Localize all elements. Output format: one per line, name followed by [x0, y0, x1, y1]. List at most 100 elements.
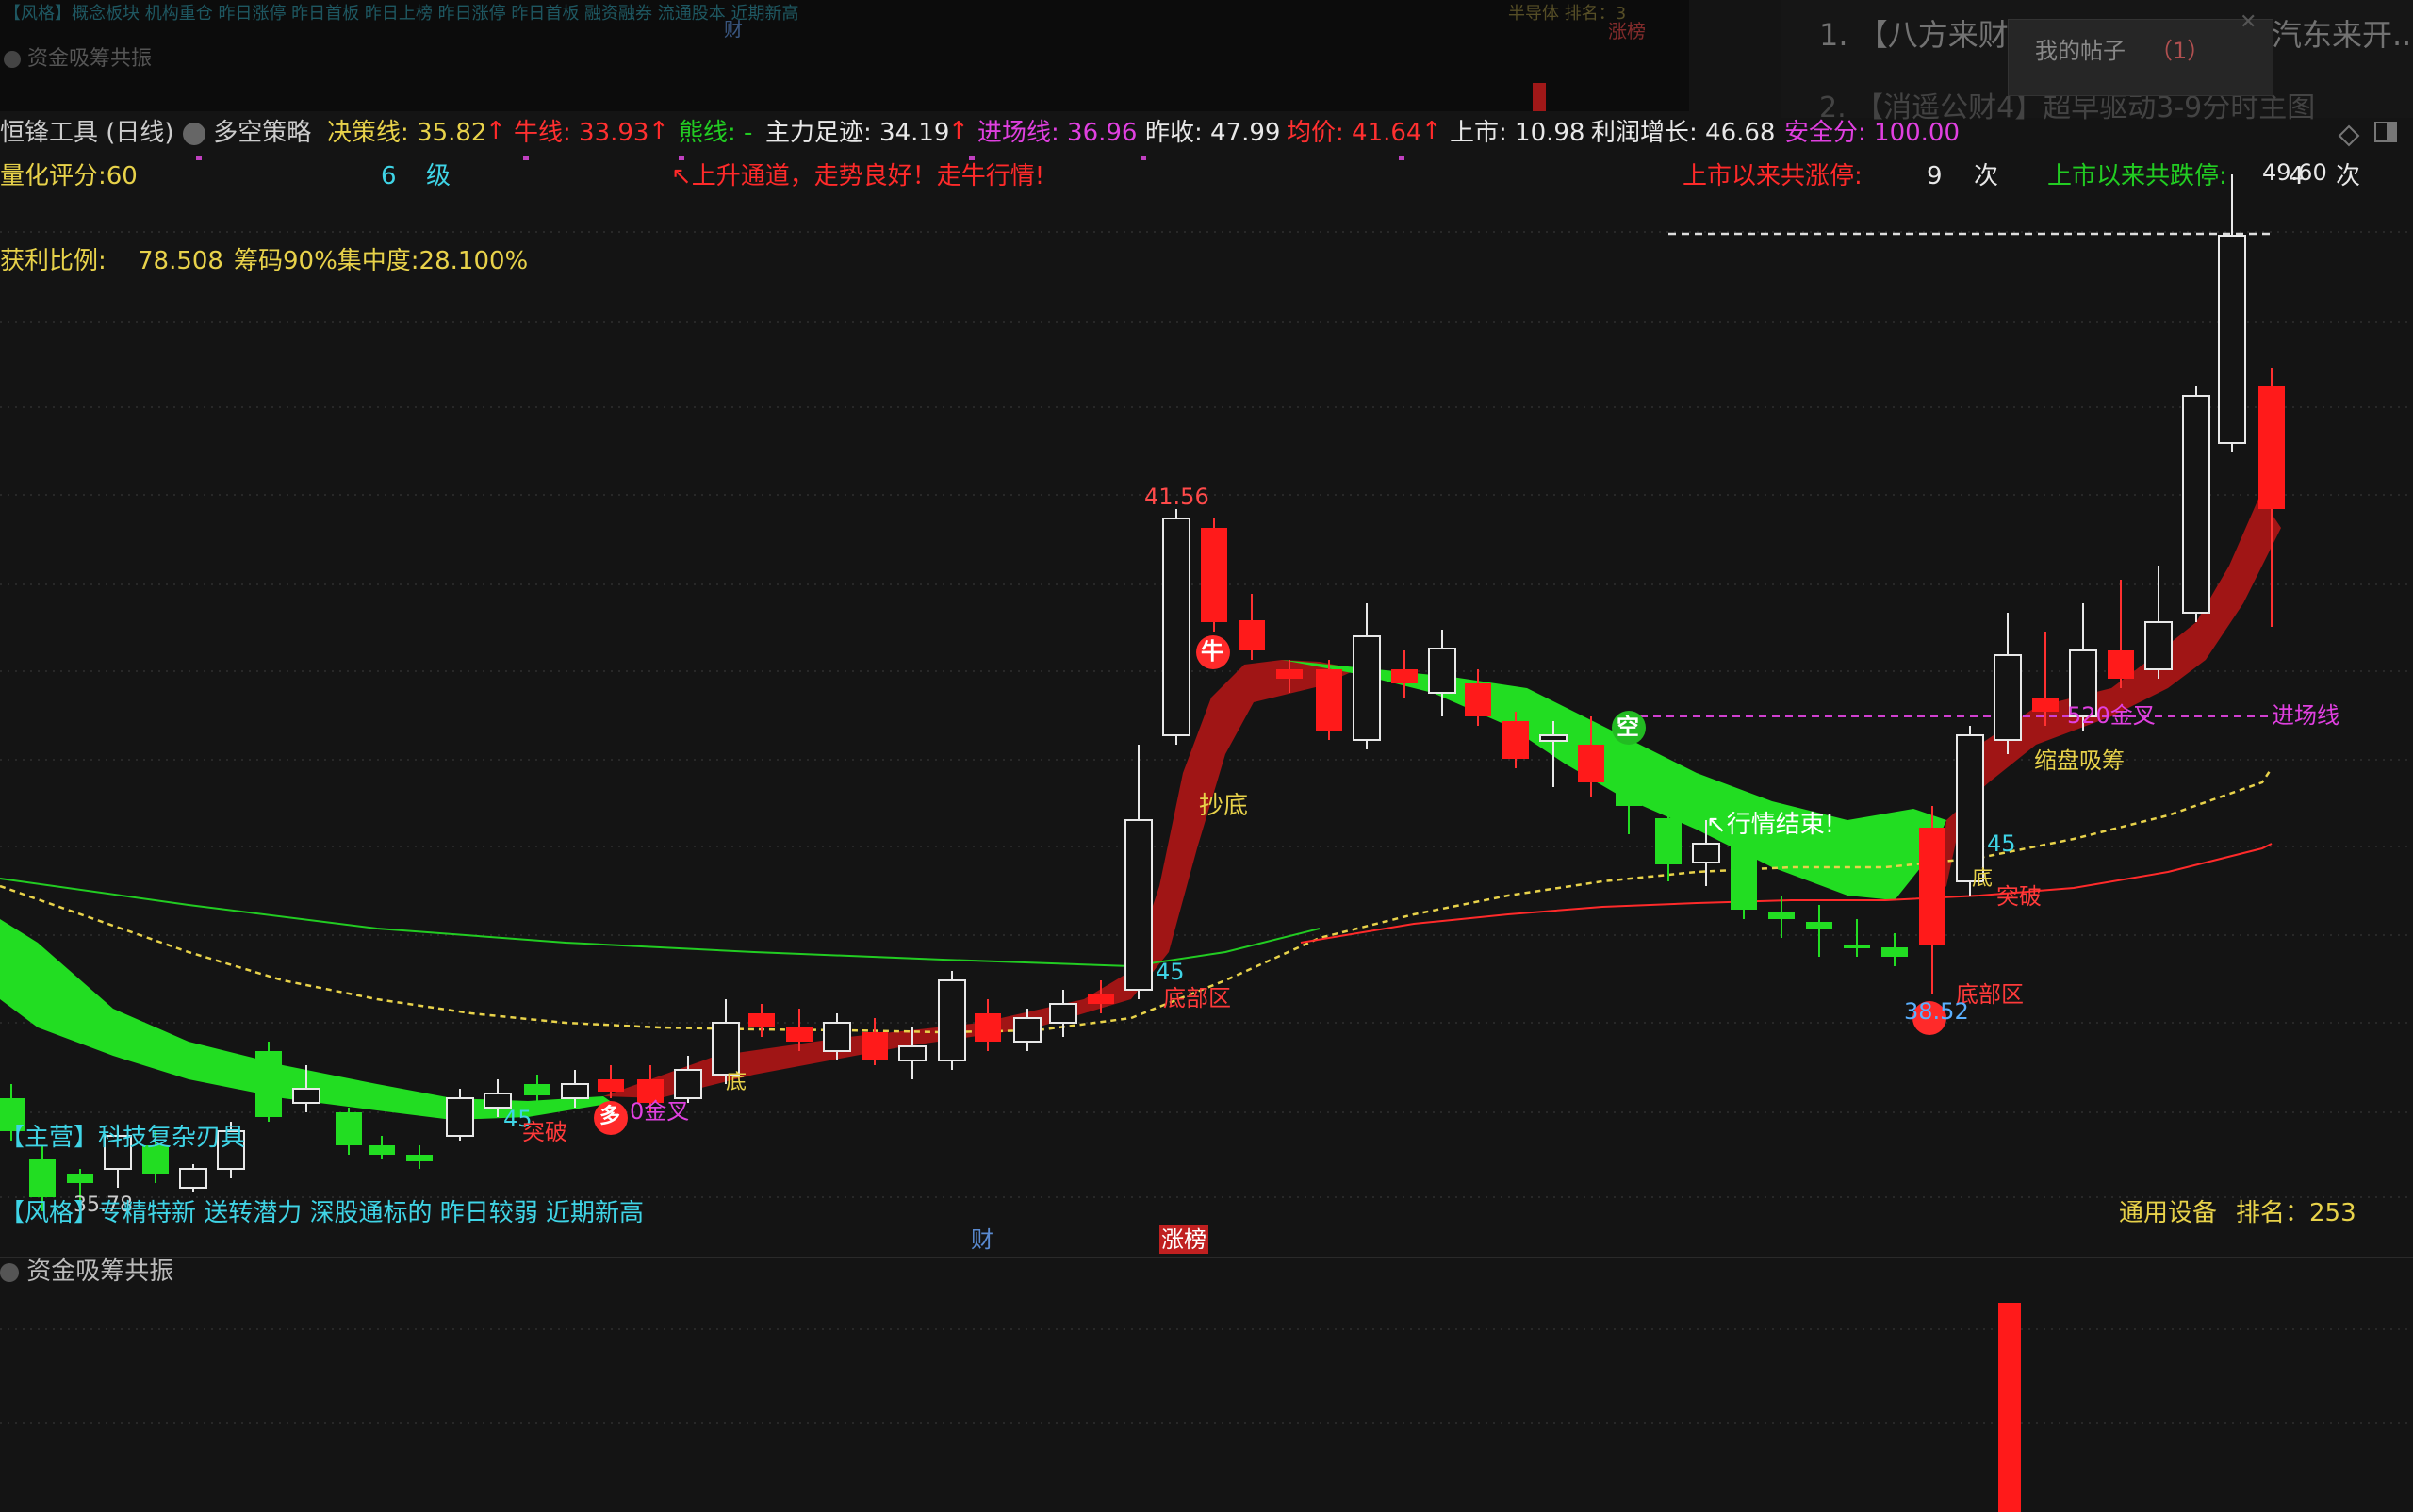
candle-body	[406, 1155, 433, 1161]
strategy-toggle[interactable]: 多空策略	[183, 119, 311, 147]
candle-body	[598, 1079, 624, 1092]
profit-ratio-label: 获利比例:	[0, 247, 107, 275]
candle-body	[2032, 698, 2059, 712]
candle-body	[2258, 386, 2285, 509]
candle-body	[29, 1159, 56, 1197]
candle-body	[524, 1084, 550, 1095]
di-label-2: 底	[1972, 867, 1994, 891]
main-business: 【主营】科技复杂刃具	[0, 1124, 246, 1152]
candle-body	[1731, 842, 1757, 910]
short-marker-label: 空	[1617, 714, 1639, 740]
avg-price-value: 均价: 41.64	[1287, 119, 1422, 147]
candle-body	[975, 1013, 1001, 1042]
candle-body	[1578, 745, 1604, 782]
di-label: 底	[726, 1071, 747, 1094]
entry-line-value: 进场线: 36.96	[977, 119, 1138, 147]
lower-panel-title: 资金吸筹共振	[26, 1257, 174, 1286]
quant-score: 量化评分:60	[0, 162, 138, 190]
candle-body	[1013, 1017, 1042, 1043]
candle-body	[1428, 648, 1456, 694]
limit-down-times: 次	[2336, 162, 2361, 190]
breakthrough-b: 突破	[1996, 883, 2042, 910]
mark-45-a: 45	[1156, 959, 1185, 985]
level-number: 6	[381, 162, 397, 190]
candle-body	[446, 1097, 474, 1137]
entry-line-label: 进场线	[2272, 702, 2339, 729]
prev-close-value: 昨收: 47.99	[1145, 119, 1281, 147]
candle-body	[2144, 621, 2173, 670]
style-tags: 【风格】专精特新 送转潜力 深股通标的 昨日较弱 近期新高	[0, 1199, 645, 1227]
window-icon[interactable]	[2374, 122, 2397, 142]
bottom-buy-label: 抄底	[1199, 792, 1249, 820]
limit-up-times: 次	[1974, 162, 1999, 190]
bull-line-value: 牛线: 33.93	[514, 119, 649, 147]
volume-bar	[1998, 1303, 2021, 1512]
lower-panel-header: 资金吸筹共振	[0, 1257, 173, 1286]
candle-body	[1539, 734, 1568, 742]
candle-body	[292, 1088, 320, 1104]
diamond-icon[interactable]	[2338, 124, 2360, 147]
candle-body	[1465, 683, 1491, 716]
bull-arrow: ↑	[648, 117, 669, 145]
tool-name[interactable]: 恒锋工具 (日线)	[0, 119, 174, 147]
candle-body	[179, 1168, 207, 1189]
industry-rank: 排名：253	[2236, 1199, 2356, 1227]
main-force-arrow: ↑	[948, 117, 969, 145]
candle-body	[1692, 843, 1720, 863]
bear-line-value: 熊线: -	[679, 119, 753, 147]
candle-body	[1806, 922, 1832, 929]
low-price-value: 38.52	[1904, 998, 1969, 1025]
candle-body	[898, 1045, 927, 1061]
profit-growth-value: 利润增长: 46.68	[1591, 119, 1776, 147]
candle-body	[786, 1027, 813, 1042]
candle-body	[2108, 650, 2134, 679]
safety-score-value: 安全分: 100.00	[1784, 119, 1960, 147]
gold-cross: 0金叉	[630, 1098, 690, 1125]
candle-body	[1919, 828, 1945, 945]
candle-body	[1616, 771, 1642, 806]
candle-body	[1201, 528, 1227, 622]
finance-badge-bottom[interactable]: 财	[971, 1225, 993, 1254]
trend-end-label: ↖行情结束!	[1706, 811, 1835, 839]
candle-body	[1502, 721, 1529, 759]
channel-message: ↖上升通道，走势良好！走牛行情!	[671, 162, 1045, 190]
candle-body	[255, 1051, 282, 1117]
limit-up-count: 9	[1927, 162, 1943, 190]
candle-body	[1391, 669, 1418, 683]
collapse-lower-icon[interactable]	[0, 1262, 19, 1282]
limit-down-label: 上市以来共跌停:	[2047, 162, 2227, 190]
decision-arrow: ↑	[485, 117, 506, 145]
listed-value: 上市: 10.98	[1450, 119, 1585, 147]
candle-body	[748, 1013, 775, 1027]
panel-divider	[0, 1257, 2413, 1258]
strategy-toggle-icon[interactable]	[183, 122, 205, 145]
mark-45-b: 45	[1987, 830, 2016, 857]
candle-body	[712, 1022, 740, 1076]
candle-body	[1956, 734, 1984, 882]
decision-line-value: 决策线: 35.82	[327, 119, 487, 147]
candle-body	[1881, 947, 1908, 957]
bull-marker-label: 牛	[1201, 638, 1223, 665]
candle-body	[1088, 994, 1114, 1004]
candle-body	[823, 1022, 851, 1052]
header-markers	[196, 156, 1404, 160]
main-force-value: 主力足迹: 34.19	[765, 119, 950, 147]
zhangbang-badge-bottom[interactable]: 涨榜	[1159, 1225, 1208, 1254]
breakthrough-c: 突破	[522, 1119, 567, 1145]
candle-body	[67, 1174, 93, 1183]
duo-marker-label: 多	[599, 1105, 621, 1128]
candle-body	[1124, 819, 1153, 991]
industry-label: 通用设备	[2119, 1199, 2218, 1227]
candle-body	[862, 1032, 888, 1060]
candle-body	[1655, 818, 1682, 864]
candle-body	[1844, 945, 1870, 948]
absorb-label: 缩盘吸筹	[2034, 748, 2125, 774]
candle-body	[674, 1069, 702, 1099]
candle-body	[2182, 395, 2210, 614]
chip-concentration: 筹码90%集中度:28.100%	[234, 247, 529, 275]
candle-body	[938, 979, 966, 1061]
avg-price-arrow: ↑	[1421, 117, 1442, 145]
candle-body	[336, 1112, 362, 1145]
high-price-2: 49.60	[2262, 159, 2327, 186]
candle-body	[1049, 1003, 1077, 1024]
